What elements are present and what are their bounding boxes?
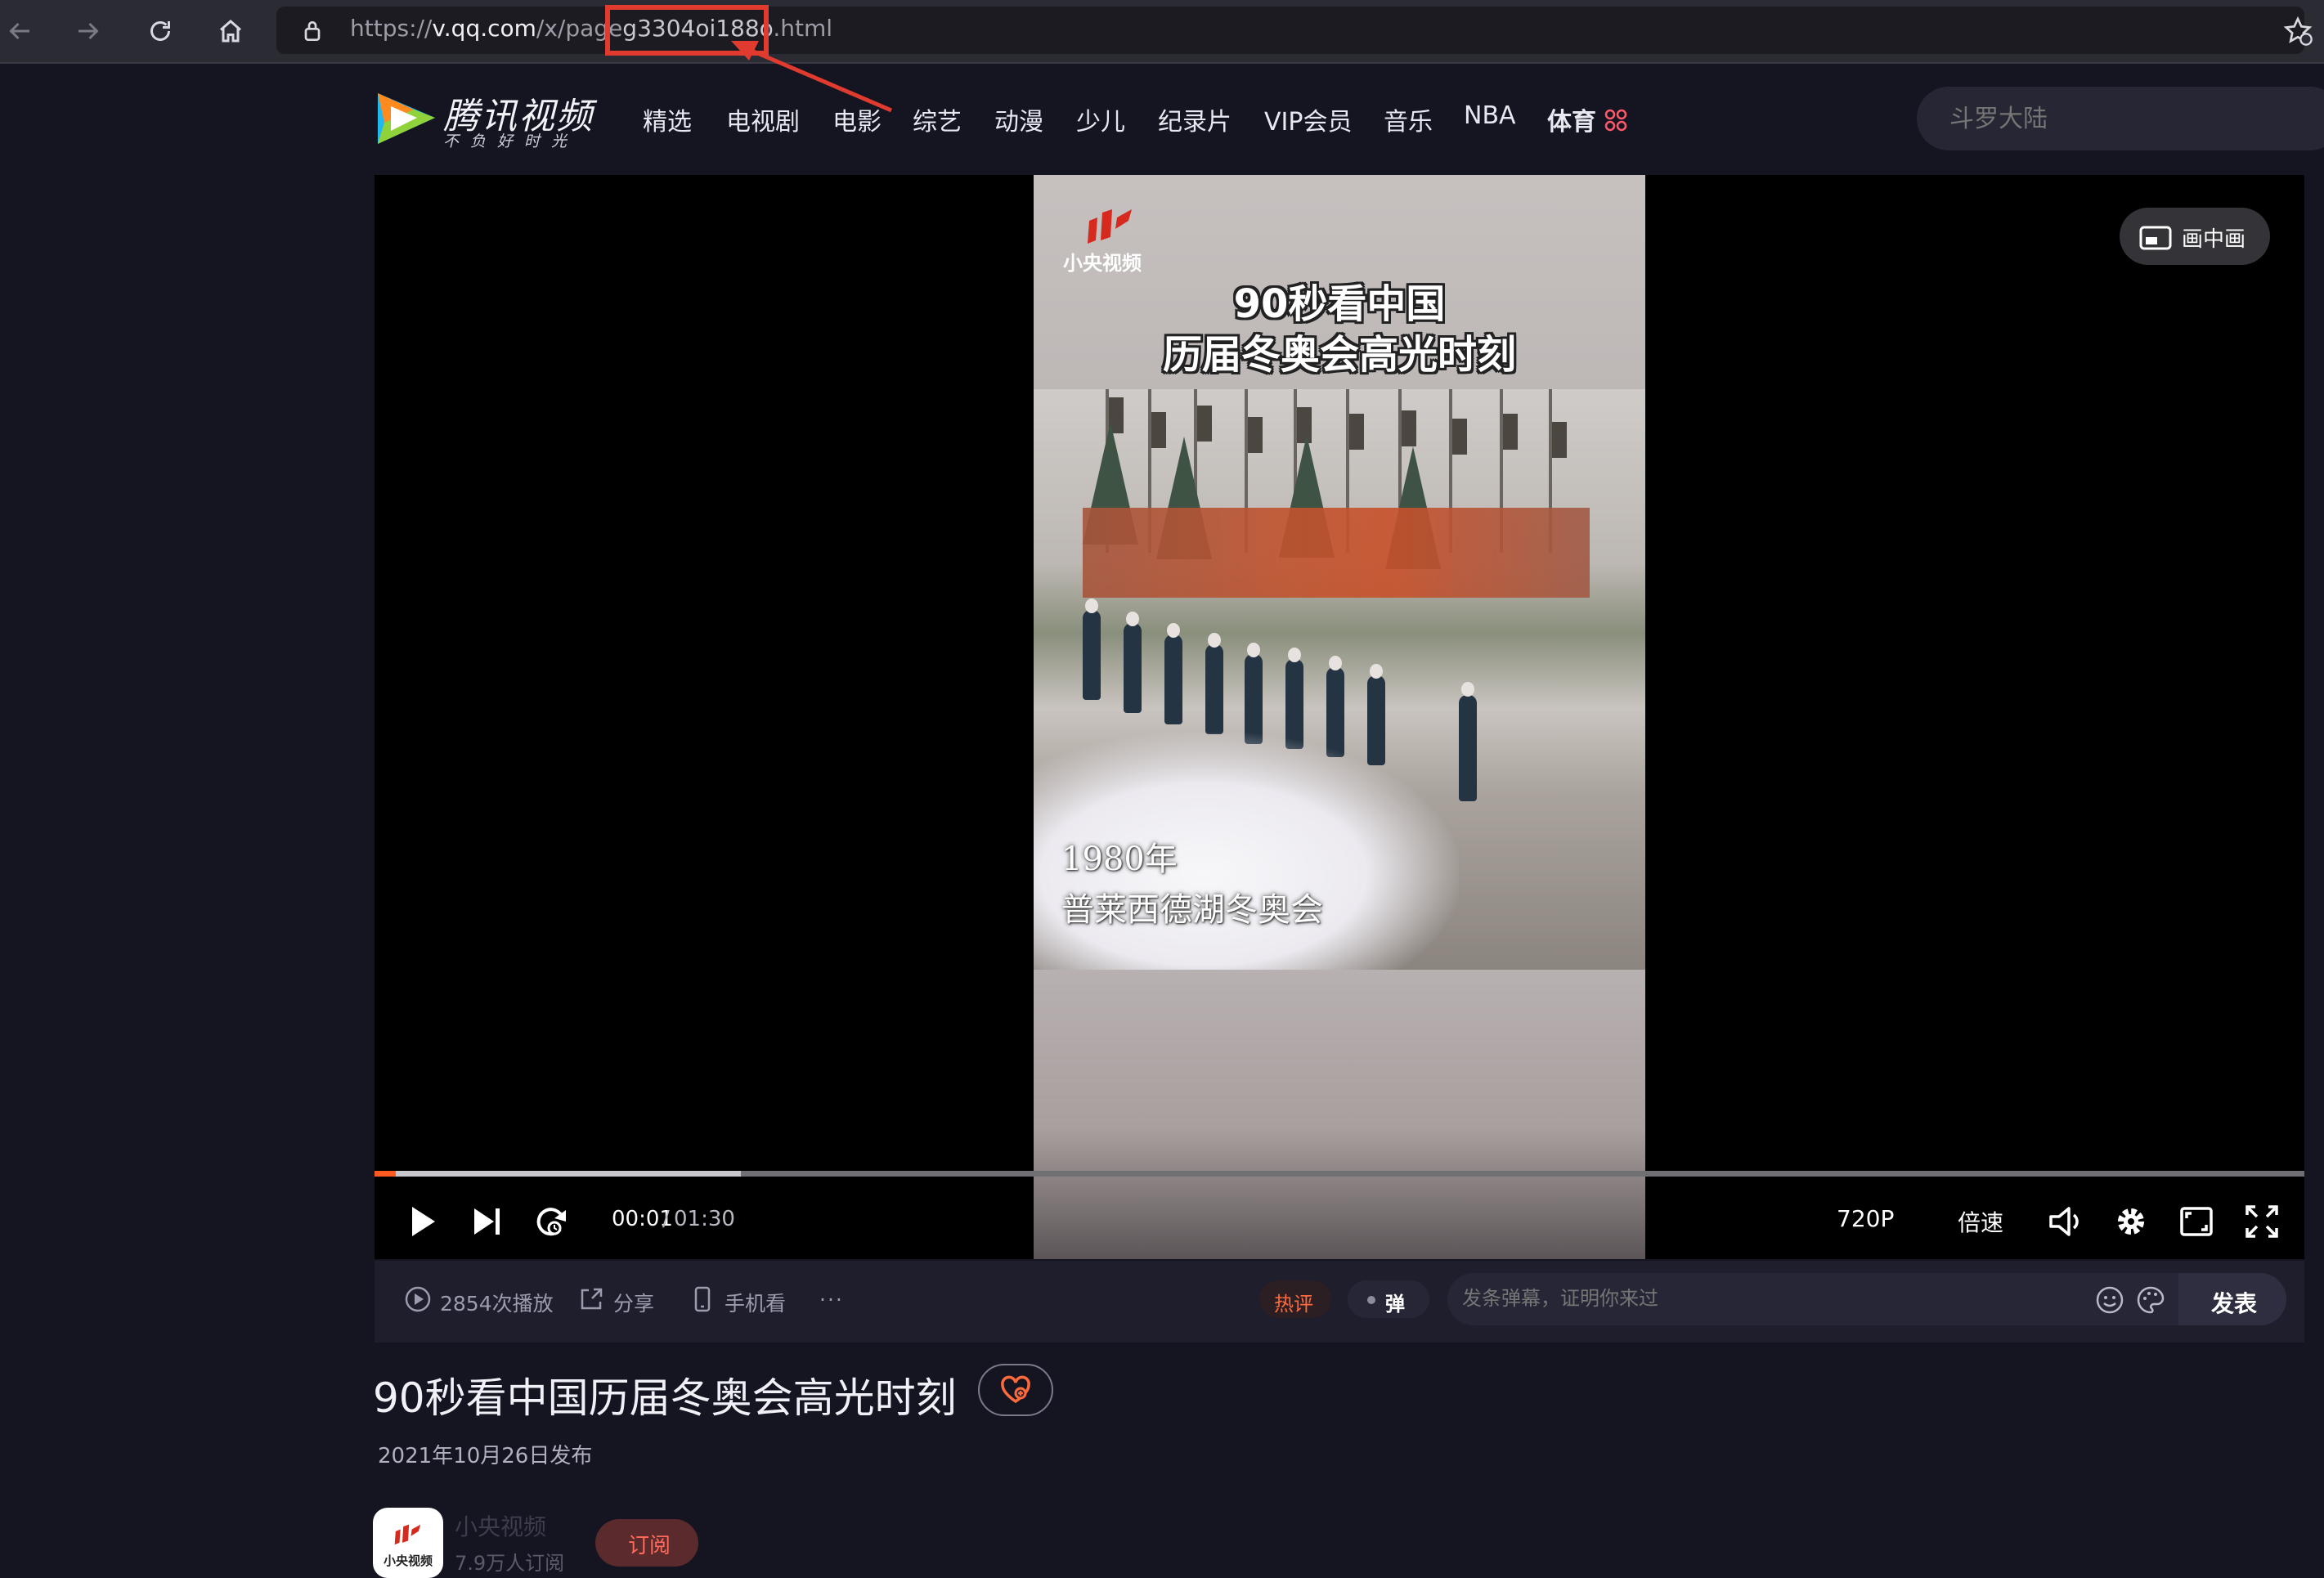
channel-watermark-icon — [1088, 209, 1132, 244]
back-button[interactable] — [0, 11, 39, 51]
play-count: 2854次播放 — [440, 1292, 554, 1316]
play-count-icon — [405, 1286, 431, 1312]
nav-music[interactable]: 音乐 — [1384, 101, 1433, 137]
reload-icon — [150, 21, 170, 41]
subscribe-label: 订阅 — [628, 1534, 671, 1558]
next-icon[interactable] — [466, 1200, 509, 1243]
video-frame[interactable]: 小央视频 90秒看中国 历届冬奥会高光时刻 1980年 普莱西德湖冬奥会 — [1034, 175, 1645, 1259]
watch-on-phone-button[interactable]: 手机看 — [725, 1288, 786, 1317]
more-options-button[interactable]: ··· — [819, 1288, 844, 1311]
send-danmu-label: 发表 — [2211, 1290, 2258, 1317]
emoji-icon[interactable] — [2095, 1285, 2124, 1315]
time-separator: / — [662, 1207, 670, 1231]
caption-event: 普莱西德湖冬奥会 — [1061, 891, 1323, 929]
fullscreen-icon[interactable] — [2241, 1200, 2283, 1243]
web-fullscreen-icon[interactable] — [2175, 1200, 2218, 1243]
nav-vip[interactable]: VIP会员 — [1264, 101, 1352, 137]
home-icon — [220, 20, 241, 43]
forward-arrow-icon — [79, 22, 99, 40]
channel-name[interactable]: 小央视频 — [455, 1509, 546, 1542]
back-arrow-icon — [9, 22, 29, 40]
settings-icon[interactable] — [2110, 1200, 2152, 1243]
heart-plus-icon — [1001, 1375, 1030, 1404]
nav-documentary[interactable]: 纪录片 — [1158, 101, 1232, 137]
url-prefix: https:// — [350, 15, 433, 42]
progress-played — [375, 1171, 396, 1177]
pip-icon — [2139, 226, 2172, 250]
video-title: 90秒看中国历届冬奥会高光时刻 — [373, 1374, 957, 1422]
search-input[interactable] — [1949, 105, 2309, 133]
nav-jingxuan[interactable]: 精选 — [643, 101, 692, 137]
pip-label: 画中画 — [2182, 227, 2246, 252]
publish-date: 2021年10月26日发布 — [378, 1444, 593, 1468]
channel-avatar[interactable]: 小央视频 — [373, 1508, 443, 1578]
nav-sports[interactable]: 体育 — [1547, 101, 1596, 137]
share-icon[interactable] — [577, 1285, 605, 1313]
overlay-title-line1: 90秒看中国 — [1233, 281, 1446, 327]
loop-icon[interactable] — [530, 1200, 572, 1243]
share-button[interactable]: 分享 — [613, 1288, 654, 1317]
danmu-input[interactable] — [1462, 1287, 2067, 1310]
color-palette-icon[interactable] — [2136, 1285, 2165, 1315]
nav-nba[interactable]: NBA — [1464, 101, 1516, 130]
nav-movies[interactable]: 电影 — [832, 101, 882, 137]
danmu-toggle-label: 弹 — [1385, 1293, 1405, 1316]
channel-subscribers: 7.9万人订阅 — [455, 1552, 565, 1575]
lock-icon[interactable] — [299, 18, 325, 44]
home-button[interactable] — [211, 11, 250, 51]
forward-button[interactable] — [69, 11, 108, 51]
video-lower-band — [1034, 970, 1645, 1259]
nav-kids[interactable]: 少儿 — [1076, 101, 1125, 137]
overlay-title-line2: 历届冬奥会高光时刻 — [1162, 332, 1516, 378]
progress-buffered — [375, 1171, 741, 1177]
danmu-toggle-dot — [1367, 1296, 1375, 1304]
hot-comments-label: 热评 — [1274, 1293, 1313, 1316]
url-host: v.qq.com — [432, 15, 536, 42]
nav-anime[interactable]: 动漫 — [994, 101, 1043, 137]
more-dots-icon[interactable] — [1604, 109, 1627, 132]
caption-year: 1980年 — [1061, 841, 1178, 878]
volume-icon[interactable] — [2044, 1200, 2087, 1243]
phone-icon[interactable] — [689, 1285, 716, 1313]
reload-button[interactable] — [141, 11, 180, 51]
quality-selector[interactable]: 720P — [1837, 1205, 1894, 1232]
avatar-caption: 小央视频 — [383, 1553, 433, 1568]
speed-selector[interactable]: 倍速 — [1958, 1205, 2003, 1238]
nav-tv-series[interactable]: 电视剧 — [726, 101, 800, 137]
total-time: 01:30 — [674, 1207, 735, 1231]
play-icon[interactable] — [401, 1200, 443, 1243]
nav-variety[interactable]: 综艺 — [913, 101, 962, 137]
logo-slogan: 不负好时光 — [443, 132, 579, 150]
bookmark-star-icon[interactable] — [2281, 15, 2314, 47]
channel-logo-icon — [394, 1524, 421, 1545]
